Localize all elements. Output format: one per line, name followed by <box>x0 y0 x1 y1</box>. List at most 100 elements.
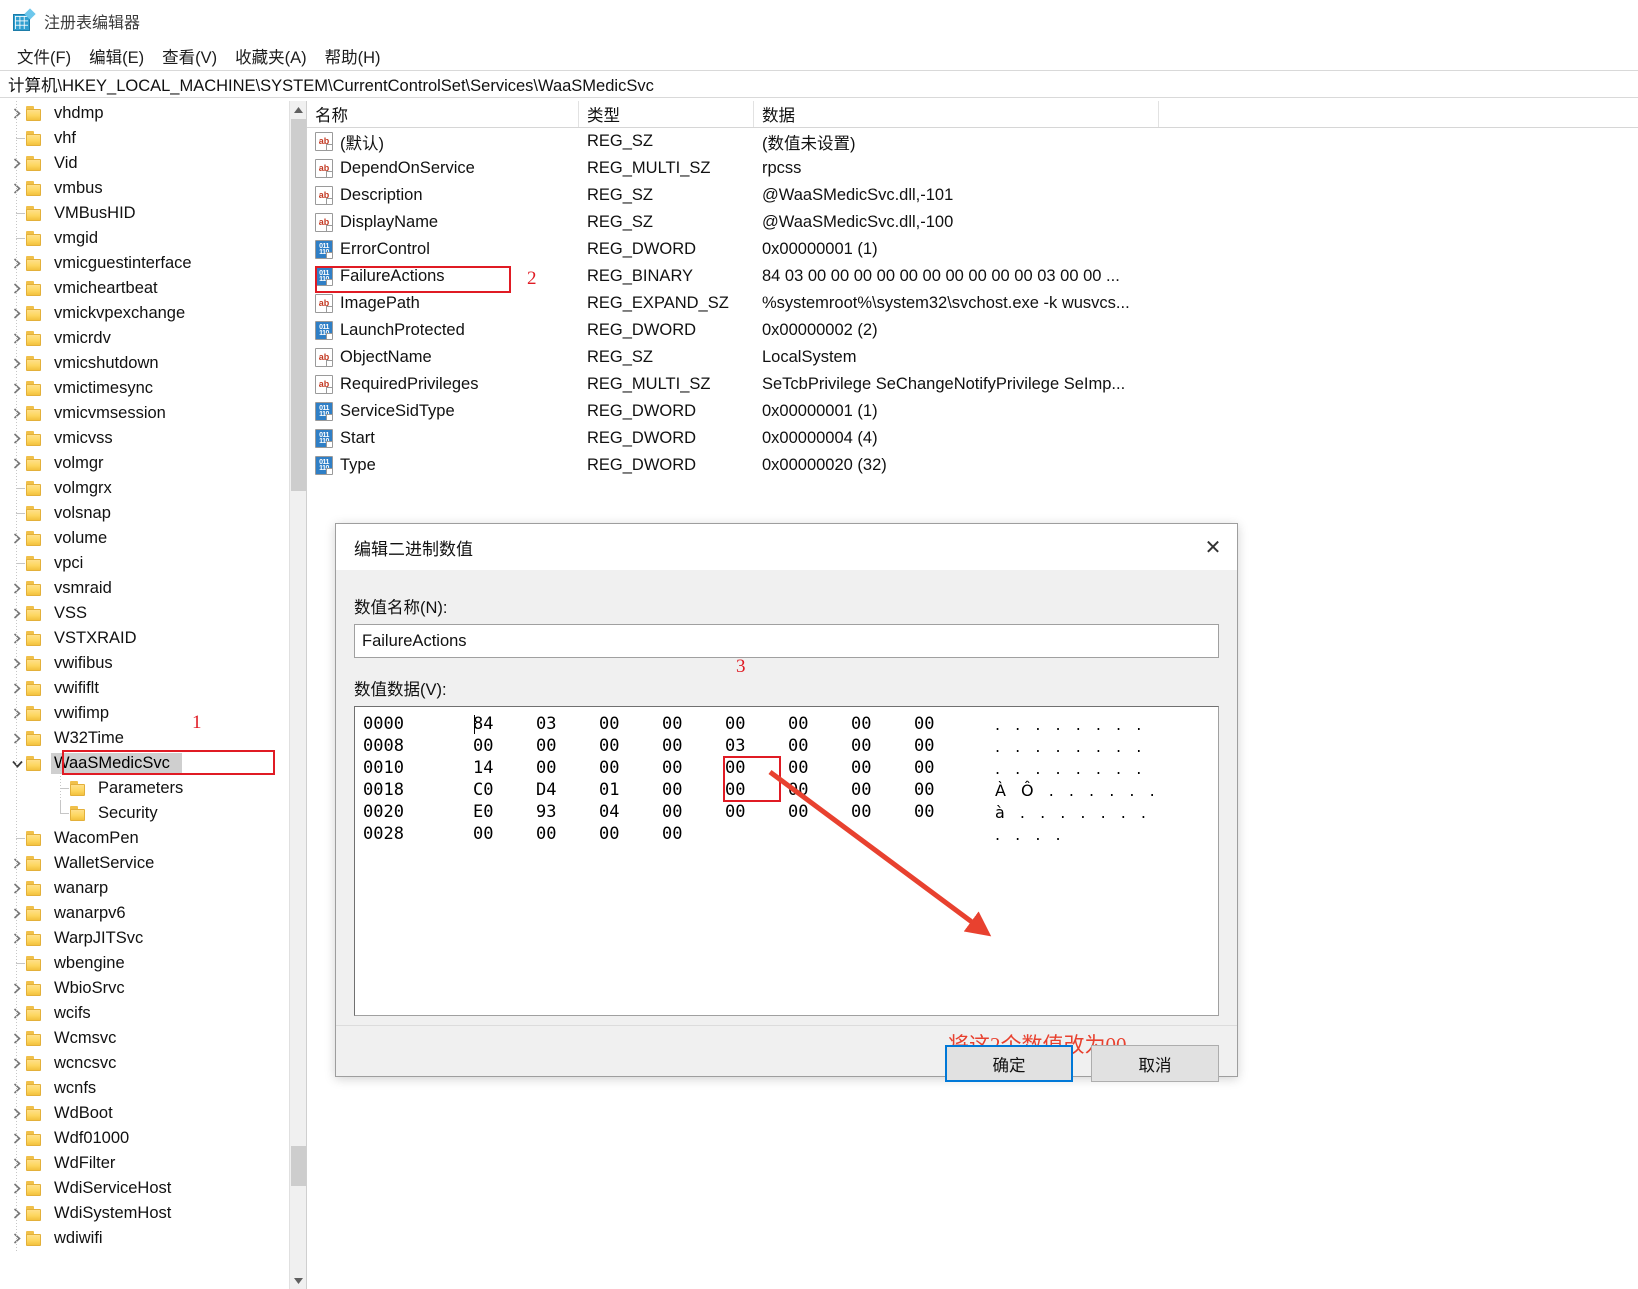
hex-byte[interactable]: E0 <box>473 802 536 822</box>
tree-item-vmicvmsession[interactable]: vmicvmsession <box>0 401 290 426</box>
value-name-input[interactable]: FailureActions <box>354 624 1219 658</box>
chevron-right-icon[interactable] <box>8 1126 26 1151</box>
column-header-name[interactable]: 名称 <box>307 101 579 127</box>
hex-row[interactable]: 0028 00 00 00 00. . . . <box>355 823 1218 845</box>
hex-byte[interactable]: 00 <box>788 736 851 756</box>
tree-item-vmicrdv[interactable]: vmicrdv <box>0 326 290 351</box>
hex-byte[interactable]: 01 <box>599 780 662 800</box>
tree-item-wanarp[interactable]: wanarp <box>0 876 290 901</box>
hex-byte[interactable]: 00 <box>725 780 788 800</box>
tree-item-vmbushid[interactable]: VMBusHID <box>0 201 290 226</box>
hex-row[interactable]: 0008 00 00 00 00 03 00 00 00. . . . . . . . <box>355 735 1218 757</box>
hex-byte[interactable]: 00 <box>662 758 725 778</box>
tree-item-vstxraid[interactable]: VSTXRAID <box>0 626 290 651</box>
chevron-right-icon[interactable] <box>8 251 26 276</box>
chevron-right-icon[interactable] <box>8 976 26 1001</box>
tree-item-vhf[interactable]: vhf <box>0 126 290 151</box>
tree-item-wcnfs[interactable]: wcnfs <box>0 1076 290 1101</box>
tree-item-vwifimp[interactable]: vwifimp <box>0 701 290 726</box>
tree-item-security[interactable]: Security <box>0 801 290 826</box>
close-icon[interactable]: ✕ <box>1189 524 1237 570</box>
column-header-data[interactable]: 数据 <box>754 101 1159 127</box>
tree-item-vmictimesync[interactable]: vmictimesync <box>0 376 290 401</box>
value-row[interactable]: ab DependOnService REG_MULTI_SZ rpcss <box>307 155 1638 182</box>
menu-file[interactable]: 文件(F) <box>10 42 78 70</box>
tree-item-vwififlt[interactable]: vwififlt <box>0 676 290 701</box>
tree-item-wbengine[interactable]: wbengine <box>0 951 290 976</box>
chevron-right-icon[interactable] <box>8 276 26 301</box>
menu-favorites[interactable]: 收藏夹(A) <box>228 42 314 70</box>
hex-byte[interactable]: 00 <box>725 714 788 734</box>
tree-item-wacompen[interactable]: WacomPen <box>0 826 290 851</box>
hex-byte[interactable]: 00 <box>725 758 788 778</box>
value-row[interactable]: ab ObjectName REG_SZ LocalSystem <box>307 344 1638 371</box>
chevron-right-icon[interactable] <box>8 326 26 351</box>
hex-byte[interactable]: 00 <box>788 714 851 734</box>
chevron-right-icon[interactable] <box>8 1151 26 1176</box>
tree-item-volmgr[interactable]: volmgr <box>0 451 290 476</box>
tree-item-vwifibus[interactable]: vwifibus <box>0 651 290 676</box>
hex-byte[interactable]: 00 <box>599 758 662 778</box>
hex-byte[interactable]: 00 <box>662 714 725 734</box>
chevron-right-icon[interactable] <box>8 651 26 676</box>
chevron-right-icon[interactable] <box>8 1001 26 1026</box>
cancel-button[interactable]: 取消 <box>1091 1045 1219 1082</box>
menu-help[interactable]: 帮助(H) <box>318 42 388 70</box>
hex-byte[interactable]: 00 <box>788 802 851 822</box>
tree-item-wanarpv6[interactable]: wanarpv6 <box>0 901 290 926</box>
hex-byte[interactable]: 00 <box>473 824 536 844</box>
hex-byte[interactable]: 00 <box>851 780 914 800</box>
chevron-right-icon[interactable] <box>8 926 26 951</box>
chevron-right-icon[interactable] <box>8 676 26 701</box>
hex-byte[interactable]: 00 <box>851 736 914 756</box>
tree-scroll-thumb-lower[interactable] <box>291 1146 306 1186</box>
registry-tree-pane[interactable]: vhdmp vhf Vid vmbus VMBusHID vmgid vmicguestin… <box>0 101 307 1289</box>
tree-scroll-thumb[interactable] <box>291 119 306 491</box>
hex-byte[interactable]: 00 <box>599 824 662 844</box>
hex-byte[interactable]: 04 <box>599 802 662 822</box>
tree-item-vmbus[interactable]: vmbus <box>0 176 290 201</box>
tree-item-vsmraid[interactable]: vsmraid <box>0 576 290 601</box>
tree-item-wdfilter[interactable]: WdFilter <box>0 1151 290 1176</box>
address-bar[interactable]: 计算机\HKEY_LOCAL_MACHINE\SYSTEM\CurrentCon… <box>0 70 1638 98</box>
tree-item-waasmedicsvc[interactable]: WaaSMedicSvc <box>0 751 290 776</box>
value-row[interactable]: ab RequiredPrivileges REG_MULTI_SZ SeTcbPri… <box>307 371 1638 398</box>
tree-item-wdf01000[interactable]: Wdf01000 <box>0 1126 290 1151</box>
tree-item-vmicheartbeat[interactable]: vmicheartbeat <box>0 276 290 301</box>
hex-byte[interactable]: 00 <box>536 824 599 844</box>
tree-item-wdiwifi[interactable]: wdiwifi <box>0 1226 290 1251</box>
value-row[interactable]: 011 110 Start REG_DWORD 0x00000004 (4) <box>307 425 1638 452</box>
tree-item-vmickvpexchange[interactable]: vmickvpexchange <box>0 301 290 326</box>
tree-item-vss[interactable]: VSS <box>0 601 290 626</box>
tree-item-parameters[interactable]: Parameters <box>0 776 290 801</box>
chevron-right-icon[interactable] <box>8 301 26 326</box>
chevron-right-icon[interactable] <box>8 876 26 901</box>
chevron-right-icon[interactable] <box>8 151 26 176</box>
hex-byte[interactable]: 93 <box>536 802 599 822</box>
tree-item-vpci[interactable]: vpci <box>0 551 290 576</box>
chevron-right-icon[interactable] <box>8 426 26 451</box>
tree-item-wdiservicehost[interactable]: WdiServiceHost <box>0 1176 290 1201</box>
menu-edit[interactable]: 编辑(E) <box>82 42 151 70</box>
tree-item-wdisystemhost[interactable]: WdiSystemHost <box>0 1201 290 1226</box>
hex-row[interactable]: 0000 84 03 00 00 00 00 00 00. . . . . . . . <box>355 713 1218 735</box>
hex-byte[interactable]: 00 <box>788 780 851 800</box>
chevron-right-icon[interactable] <box>8 601 26 626</box>
hex-byte[interactable]: C0 <box>473 780 536 800</box>
value-row[interactable]: ab DisplayName REG_SZ @WaaSMedicSvc.dll,-10… <box>307 209 1638 236</box>
chevron-right-icon[interactable] <box>8 1201 26 1226</box>
chevron-right-icon[interactable] <box>8 851 26 876</box>
hex-byte[interactable]: 00 <box>662 802 725 822</box>
tree-item-wcifs[interactable]: wcifs <box>0 1001 290 1026</box>
hex-byte[interactable]: D4 <box>536 780 599 800</box>
hex-byte[interactable]: 00 <box>851 802 914 822</box>
hex-byte[interactable]: 00 <box>536 736 599 756</box>
chevron-right-icon[interactable] <box>8 401 26 426</box>
chevron-right-icon[interactable] <box>8 376 26 401</box>
hex-editor[interactable]: 0000 84 03 00 00 00 00 00 00. . . . . . . . 0008 0… <box>354 706 1219 1016</box>
chevron-right-icon[interactable] <box>8 1101 26 1126</box>
chevron-right-icon[interactable] <box>8 626 26 651</box>
hex-byte[interactable]: 00 <box>599 714 662 734</box>
tree-item-wdboot[interactable]: WdBoot <box>0 1101 290 1126</box>
value-row[interactable]: 011 110 ServiceSidType REG_DWORD 0x00000001 … <box>307 398 1638 425</box>
